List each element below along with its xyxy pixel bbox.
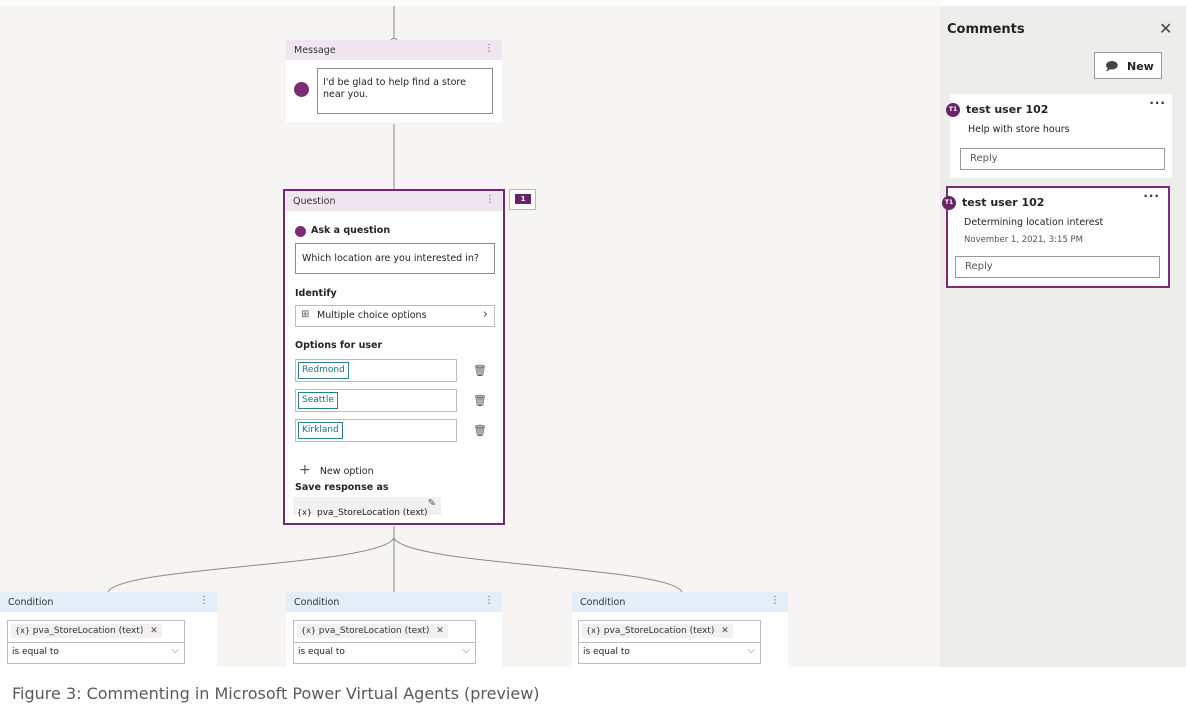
new-option-label: New option: [319, 466, 374, 477]
comments-panel-title: Comments: [947, 22, 1025, 37]
condition-variable: pva_StoreLocation (text): [32, 626, 144, 636]
more-options-icon[interactable]: ⋮: [770, 595, 780, 606]
option-chip[interactable]: Redmond: [298, 362, 349, 379]
condition-node[interactable]: Condition ⋮ {x} pva_StoreLocation (text)…: [286, 592, 502, 667]
option-chip[interactable]: Seattle: [298, 392, 338, 409]
message-node-header: Message ⋮: [286, 40, 502, 60]
save-variable-chip[interactable]: {x} pva_StoreLocation (text) ✎: [293, 497, 441, 518]
avatar: T1: [946, 103, 960, 117]
message-bubble-icon: [294, 82, 309, 97]
chevron-down-icon: ⌵: [171, 645, 179, 656]
ask-question-label: Ask a question: [311, 225, 391, 236]
save-response-label: Save response as: [295, 482, 389, 493]
option-row-kirkland[interactable]: Kirkland: [295, 419, 457, 442]
message-node[interactable]: Message ⋮ I'd be glad to help find a sto…: [286, 40, 502, 122]
option-chip[interactable]: Kirkland: [298, 422, 343, 439]
condition-operator-select[interactable]: is equal to ⌵: [7, 642, 185, 664]
question-node-title: Question: [293, 196, 336, 207]
delete-option-icon[interactable]: 🗑: [473, 394, 487, 407]
condition-variable-field[interactable]: {x} pva_StoreLocation (text) ✕: [7, 620, 185, 643]
pencil-icon[interactable]: ✎: [428, 498, 436, 509]
condition-variable-chip[interactable]: {x} pva_StoreLocation (text) ✕: [582, 624, 733, 638]
comment-thread[interactable]: T1 test user 102 ··· Help with store hou…: [946, 94, 1172, 178]
new-comment-label: New: [1127, 60, 1154, 73]
question-node-header: Question ⋮: [285, 191, 503, 211]
condition-operator: is equal to: [298, 647, 345, 657]
condition-variable-field[interactable]: {x} pva_StoreLocation (text) ✕: [293, 620, 476, 643]
reply-field[interactable]: Reply: [960, 148, 1165, 170]
comment-text: Determining location interest: [964, 217, 1104, 228]
more-actions-icon[interactable]: ···: [1149, 96, 1166, 110]
condition-operator-select[interactable]: is equal to ⌵: [293, 642, 476, 664]
more-options-icon[interactable]: ⋮: [485, 194, 495, 205]
delete-option-icon[interactable]: 🗑: [473, 424, 487, 437]
avatar: T1: [942, 196, 956, 210]
condition-variable: pva_StoreLocation (text): [318, 626, 430, 636]
condition-title: Condition: [580, 597, 626, 608]
condition-variable-field[interactable]: {x} pva_StoreLocation (text) ✕: [578, 620, 761, 643]
comment-date: November 1, 2021, 3:15 PM: [964, 235, 1084, 245]
new-option-button[interactable]: + New option: [299, 459, 374, 478]
message-node-title: Message: [294, 45, 336, 56]
remove-icon[interactable]: ✕: [721, 626, 729, 636]
more-actions-icon[interactable]: ···: [1143, 189, 1160, 203]
variable-icon: {x}: [586, 626, 601, 635]
condition-variable-chip[interactable]: {x} pva_StoreLocation (text) ✕: [11, 624, 162, 638]
option-row-redmond[interactable]: Redmond: [295, 359, 457, 382]
authoring-canvas[interactable]: Message ⋮ I'd be glad to help find a sto…: [0, 0, 940, 667]
condition-variable: pva_StoreLocation (text): [603, 626, 715, 636]
comment-author: test user 102: [966, 103, 1049, 116]
option-row-seattle[interactable]: Seattle: [295, 389, 457, 412]
condition-title: Condition: [8, 597, 54, 608]
comment-indicator-button[interactable]: 1: [509, 189, 536, 210]
close-icon[interactable]: ✕: [1159, 19, 1172, 38]
reply-field[interactable]: Reply: [955, 256, 1160, 278]
identify-value: Multiple choice options: [317, 310, 427, 321]
condition-title: Condition: [294, 597, 340, 608]
multiple-choice-icon: ⊞: [301, 309, 310, 320]
condition-variable-chip[interactable]: {x} pva_StoreLocation (text) ✕: [297, 624, 448, 638]
variable-icon: {x}: [297, 508, 312, 517]
comment-bubble-icon: 1: [515, 194, 531, 204]
figure-caption: Figure 3: Commenting in Microsoft Power …: [12, 684, 540, 703]
identify-label: Identify: [295, 288, 337, 299]
new-comment-button[interactable]: 🗩 New: [1094, 52, 1162, 79]
more-options-icon[interactable]: ⋮: [484, 43, 494, 54]
plus-icon: +: [299, 462, 311, 478]
save-variable-name: pva_StoreLocation (text): [317, 508, 428, 518]
condition-node-header: Condition ⋮: [572, 592, 788, 612]
question-text-field[interactable]: Which location are you interested in?: [295, 243, 495, 274]
more-options-icon[interactable]: ⋮: [199, 595, 209, 606]
condition-node-header: Condition ⋮: [0, 592, 217, 612]
delete-option-icon[interactable]: 🗑: [473, 364, 487, 377]
variable-icon: {x}: [301, 626, 316, 635]
condition-operator: is equal to: [583, 647, 630, 657]
remove-icon[interactable]: ✕: [436, 626, 444, 636]
chevron-down-icon: ⌵: [747, 645, 755, 656]
identify-select[interactable]: ⊞ Multiple choice options ›: [295, 305, 495, 327]
comment-add-icon: 🗩: [1105, 59, 1119, 73]
condition-node[interactable]: Condition ⋮ {x} pva_StoreLocation (text)…: [572, 592, 788, 667]
more-options-icon[interactable]: ⋮: [484, 595, 494, 606]
question-node[interactable]: Question ⋮ Ask a question Which location…: [283, 189, 505, 525]
condition-node[interactable]: Condition ⋮ {x} pva_StoreLocation (text)…: [0, 592, 217, 667]
comment-author: test user 102: [962, 196, 1045, 209]
chevron-right-icon: ›: [482, 307, 488, 322]
chevron-down-icon: ⌵: [462, 645, 470, 656]
condition-node-header: Condition ⋮: [286, 592, 502, 612]
options-label: Options for user: [295, 340, 383, 351]
comments-panel: Comments ✕ 🗩 New T1 test user 102 ··· He…: [940, 6, 1186, 667]
comment-count: 1: [520, 195, 526, 203]
message-text[interactable]: I'd be glad to help find a store near yo…: [317, 68, 493, 114]
variable-icon: {x}: [15, 626, 30, 635]
comment-thread-selected[interactable]: T1 test user 102 ··· Determining locatio…: [942, 186, 1170, 288]
remove-icon[interactable]: ✕: [150, 626, 158, 636]
comment-text: Help with store hours: [968, 124, 1070, 135]
question-icon: [295, 226, 306, 237]
condition-operator: is equal to: [12, 647, 59, 657]
condition-operator-select[interactable]: is equal to ⌵: [578, 642, 761, 664]
